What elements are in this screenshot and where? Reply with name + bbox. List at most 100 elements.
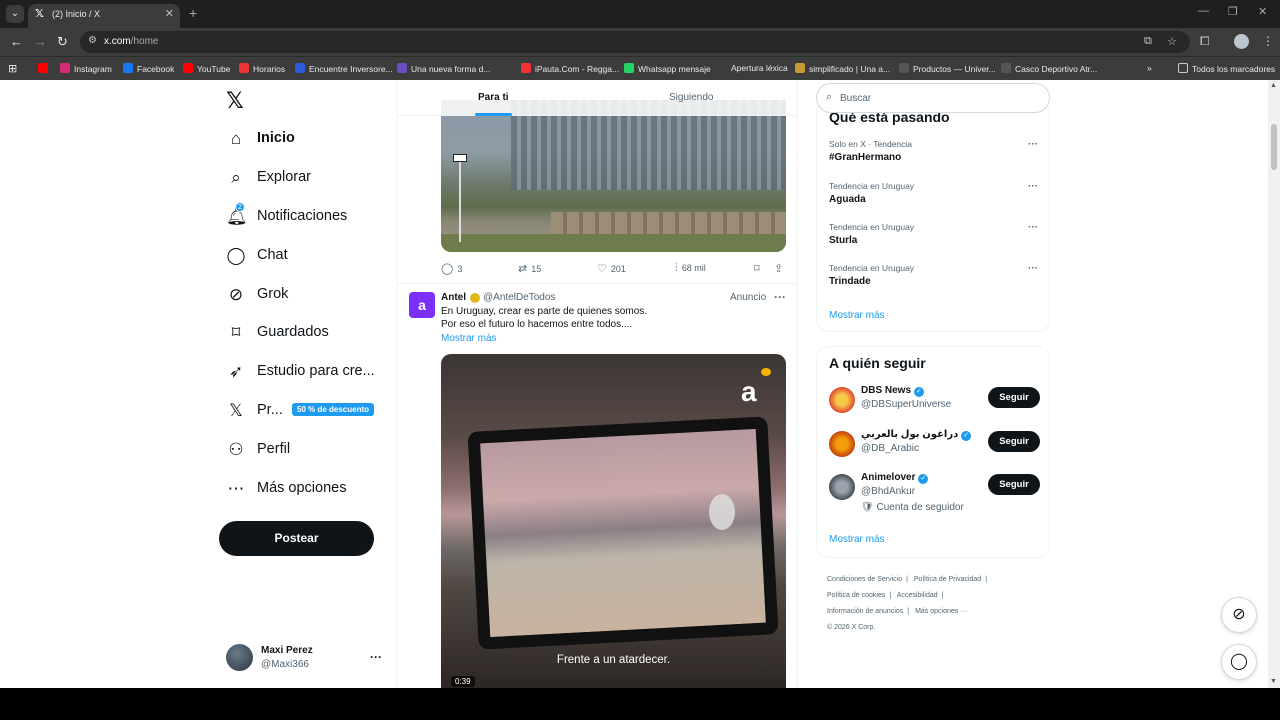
- footer-link[interactable]: Política de Privacidad: [914, 576, 981, 583]
- footer-link[interactable]: Condiciones de Servicio: [827, 576, 902, 583]
- author-handle[interactable]: @AntelDeTodos: [483, 292, 555, 303]
- bookmark-item[interactable]: Facebook: [123, 63, 174, 74]
- tab-following[interactable]: Siguiendo: [669, 92, 713, 103]
- maximize-button[interactable]: ❐: [1228, 5, 1238, 18]
- repost-button[interactable]: ⇄ 15: [518, 262, 541, 275]
- follow-button[interactable]: Seguir: [988, 387, 1040, 408]
- bookmark-item[interactable]: Encuentre Inversore...: [295, 63, 393, 74]
- install-app-icon[interactable]: ⧉: [1144, 35, 1152, 48]
- address-bar[interactable]: ⚙ x.com/home ⧉ ☆: [80, 31, 1190, 53]
- bookmark-item[interactable]: YouTube: [183, 63, 230, 74]
- x-premium-icon: 𝕏: [229, 401, 243, 420]
- nav-grok[interactable]: ⊘ Grok: [226, 285, 396, 313]
- nav-bookmarks[interactable]: ⌑ Guardados: [226, 323, 396, 351]
- rocket-icon: ➶: [228, 362, 244, 381]
- reload-button[interactable]: ↻: [57, 34, 68, 50]
- author-name[interactable]: Antel: [441, 292, 466, 303]
- like-button[interactable]: ♡ 201: [597, 262, 626, 275]
- bookmark-item[interactable]: Productos — Univer...: [899, 63, 996, 74]
- nav-chat[interactable]: ◯ Chat: [226, 246, 396, 274]
- tab-search-button[interactable]: ⌄: [6, 5, 24, 23]
- grok-fab-button[interactable]: ⊘: [1221, 597, 1257, 633]
- extensions-icon[interactable]: ⧠: [1200, 34, 1210, 49]
- bookmark-item[interactable]: Casco Deportivo Atr...: [1001, 63, 1097, 74]
- follower-account-icon: 🛡︎: [861, 502, 877, 513]
- bookmark-item[interactable]: Horarios: [239, 63, 285, 74]
- account-switcher[interactable]: Maxi Perez @Maxi366 ···: [226, 640, 386, 676]
- avatar[interactable]: a: [409, 292, 435, 318]
- footer-link[interactable]: Información de anuncios: [827, 608, 903, 615]
- search-input[interactable]: ⌕ Buscar: [816, 83, 1050, 113]
- follow-button[interactable]: Seguir: [988, 431, 1040, 452]
- bookmark-icon: ⌑: [231, 323, 241, 342]
- more-dots-icon[interactable]: ···: [1028, 222, 1038, 233]
- show-more-link[interactable]: Mostrar más: [441, 333, 497, 344]
- follow-suggestion[interactable]: دراغون بول بالعربي ✓ @DB_Arabic Seguir: [829, 429, 1041, 465]
- bookmark-youtube-small[interactable]: [38, 63, 52, 74]
- bookmark-item[interactable]: iPauta.Com - Regga...: [521, 63, 619, 74]
- bookmark-star-icon[interactable]: ☆: [1167, 35, 1177, 48]
- follow-button[interactable]: Seguir: [988, 474, 1040, 495]
- follow-suggestion[interactable]: DBS News ✓ @DBSuperUniverse Seguir: [829, 385, 1041, 421]
- bookmark-item[interactable]: Whatsapp mensaje: [624, 63, 711, 74]
- more-dots-icon[interactable]: ···: [1028, 263, 1038, 274]
- bookmark-item[interactable]: Instagram: [60, 63, 112, 74]
- minimize-button[interactable]: —: [1198, 5, 1209, 17]
- share-button[interactable]: ⇪: [774, 262, 787, 275]
- new-tab-button[interactable]: +: [189, 5, 197, 21]
- video-caption: Frente a un atardecer.: [556, 654, 671, 666]
- nav-explore[interactable]: ⌕ Explorar: [226, 168, 396, 196]
- forward-button[interactable]: →: [34, 34, 47, 49]
- trends-show-more[interactable]: Mostrar más: [829, 310, 885, 321]
- more-dots-icon[interactable]: ···: [370, 650, 382, 664]
- nav-home[interactable]: ⌂ Inicio: [226, 129, 396, 157]
- taskbar: [0, 688, 1280, 720]
- chat-fab-button[interactable]: ◯: [1221, 644, 1257, 680]
- nav-profile[interactable]: ⚇ Perfil: [226, 440, 396, 468]
- x-logo-icon[interactable]: 𝕏: [226, 88, 244, 114]
- all-bookmarks-folder[interactable]: Todos los marcadores: [1178, 63, 1275, 74]
- trend-item[interactable]: Tendencia en Uruguay Sturla ···: [829, 222, 1039, 246]
- more-dots-icon[interactable]: ···: [1028, 139, 1038, 150]
- nav-creator-studio[interactable]: ➶ Estudio para cre...: [226, 362, 396, 390]
- footer-link[interactable]: Política de cookies: [827, 592, 885, 599]
- trend-item[interactable]: Tendencia en Uruguay Aguada ···: [829, 181, 1039, 205]
- views-button[interactable]: ⫶ 68 mil: [675, 262, 706, 275]
- nav-premium[interactable]: 𝕏 Pr... 50 % de descuento: [226, 401, 396, 429]
- bookmark-tweet-button[interactable]: ⌑: [754, 262, 764, 275]
- apps-grid-icon[interactable]: ⊞: [8, 62, 17, 75]
- reply-button[interactable]: ◯ 3: [441, 262, 462, 275]
- trend-item[interactable]: Solo en X · Tendencia #GranHermano ···: [829, 139, 1039, 163]
- site-info-icon[interactable]: ⚙: [88, 35, 97, 46]
- back-button[interactable]: ←: [10, 34, 23, 49]
- tab-close-icon[interactable]: ✕: [165, 4, 174, 24]
- footer-link[interactable]: Más opciones ···: [915, 608, 967, 615]
- more-circle-icon: ⋯: [227, 479, 245, 498]
- nav-more[interactable]: ⋯ Más opciones: [226, 479, 396, 507]
- footer-link[interactable]: Accesibilidad: [897, 592, 938, 599]
- trend-item[interactable]: Tendencia en Uruguay Trindade ···: [829, 263, 1039, 287]
- ad-video-player[interactable]: a Frente a un atardecer. 0:39: [441, 354, 786, 688]
- nav-notifications[interactable]: 🔔︎ 2 Notificaciones: [226, 202, 396, 235]
- url-text[interactable]: x.com/home: [104, 36, 158, 47]
- bookmark-item[interactable]: Una nueva forma d...: [397, 63, 490, 74]
- tab-for-you[interactable]: Para ti: [478, 92, 509, 103]
- browser-menu-icon[interactable]: ⋮: [1262, 34, 1274, 48]
- follow-suggestion[interactable]: Animelover ✓ @BhdAnkur 🛡︎ Cuenta de segui…: [829, 472, 1041, 513]
- search-placeholder: Buscar: [840, 93, 872, 104]
- scrollbar[interactable]: ▲ ▼: [1268, 80, 1280, 688]
- profile-avatar[interactable]: [1234, 34, 1249, 49]
- bookmarks-overflow-icon[interactable]: »: [1147, 63, 1152, 73]
- browser-tab[interactable]: 𝕏 (2) Inicio / X ✕: [28, 4, 180, 28]
- bookmark-item[interactable]: Apertura léxica: [731, 63, 788, 73]
- more-dots-icon[interactable]: ···: [774, 290, 786, 304]
- post-button[interactable]: Postear: [219, 521, 374, 556]
- close-window-button[interactable]: ✕: [1258, 5, 1267, 18]
- follow-show-more[interactable]: Mostrar más: [829, 534, 885, 545]
- bookmark-item[interactable]: simplificado | Una a...: [795, 63, 890, 74]
- more-dots-icon[interactable]: ···: [1028, 181, 1038, 192]
- left-navigation: 𝕏 ⌂ Inicio ⌕ Explorar 🔔︎ 2 Notificacione…: [214, 80, 396, 688]
- scrollbar-thumb[interactable]: [1271, 124, 1277, 170]
- x-favicon-icon: 𝕏: [35, 8, 44, 20]
- tweet-media-image[interactable]: [441, 100, 786, 252]
